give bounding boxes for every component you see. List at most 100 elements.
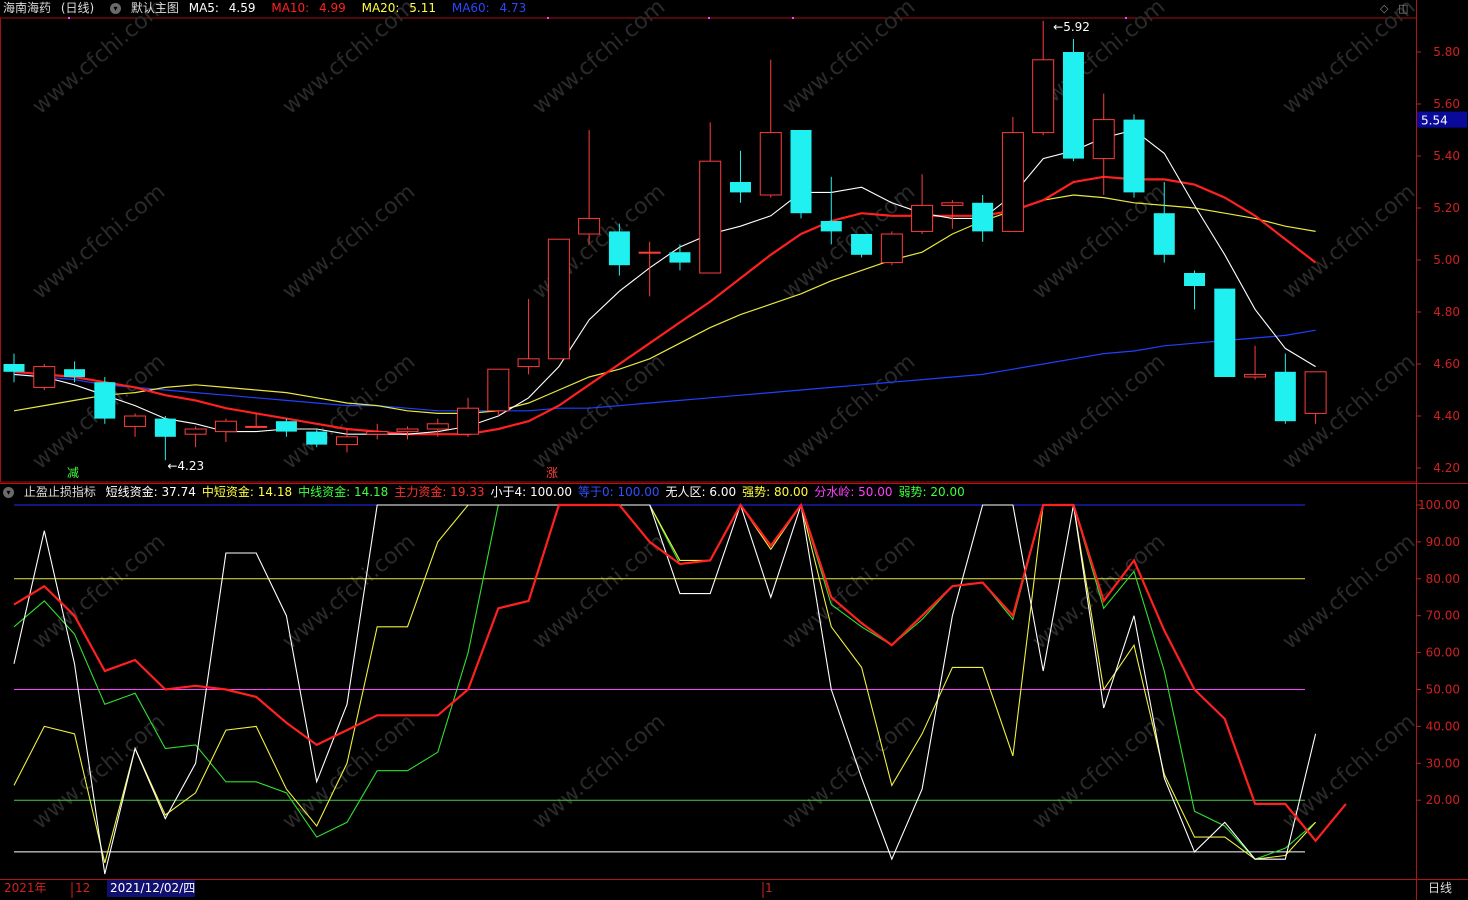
candle-body-up (517, 358, 540, 368)
candle-body-up (214, 420, 237, 433)
watermark-text: www.cfchi.com (1028, 709, 1170, 834)
candle-body-down (820, 221, 842, 232)
stock-name[interactable]: 海南海药 (日线) (3, 1, 100, 15)
indicator-axis: 100.00 90.00 80.00 70.00 60.00 50.00 40.00 30.0… (14, 498, 1460, 853)
watermark: www.cfchi.com www.cfchi.com www.cfchi.com w… (28, 0, 1420, 835)
watermark-text: www.cfchi.com (528, 529, 670, 654)
indicator-tick-label: 100.00 (1418, 498, 1460, 512)
signal-dot (68, 17, 70, 19)
candlesticks: ←5.92 ←4.23 减 涨 (3, 17, 1327, 480)
candle-body-down (306, 431, 328, 445)
dropdown-icon[interactable]: ▾ (3, 487, 14, 498)
candle-body-up (335, 436, 358, 446)
candle-body-down (275, 421, 297, 432)
candle-body-up (184, 428, 207, 435)
watermark-text: www.cfchi.com (278, 529, 420, 654)
indicator-tick-label: 80.00 (1426, 572, 1460, 586)
indicator-header: ▾ 止盈止损指标 短线资金: 37.74 中短资金: 14.18 中线资金: 14.… (3, 485, 977, 499)
watermark-text: www.cfchi.com (1278, 179, 1420, 304)
indicator-readout: 弱势: 20.00 (898, 485, 965, 499)
candle-body-up (547, 238, 570, 360)
candle-body-down (154, 418, 176, 437)
price-axis: 5.80 5.60 5.40 5.20 5.00 4.80 4.60 4.40 4.20 5.54 (1416, 45, 1467, 475)
watermark-text: www.cfchi.com (278, 179, 420, 304)
candle-body-up (1244, 373, 1267, 378)
candle-body-up (33, 366, 56, 388)
chart-canvas[interactable]: www.cfchi.com www.cfchi.com www.cfchi.com w… (0, 0, 1468, 900)
candle-body-up (396, 428, 419, 433)
main-header: 海南海药 (日线) ▾ 默认主图 MA5: 4.59 MA10: 4.99 MA… (3, 1, 538, 15)
dropdown-icon[interactable]: ▾ (110, 3, 122, 14)
signal-dot (547, 17, 549, 19)
candle-body-down (1153, 213, 1175, 255)
indicator-readout: 无人区: 6.00 (665, 485, 737, 499)
watermark-text: www.cfchi.com (1278, 709, 1420, 834)
window-toggle-icon[interactable]: ◫ (1398, 2, 1408, 15)
price-tick-label: 5.60 (1433, 97, 1460, 111)
candle-body-down (851, 234, 873, 255)
month-label: 12 (75, 881, 90, 895)
watermark-text: www.cfchi.com (528, 349, 670, 474)
price-tick-label: 5.80 (1433, 45, 1460, 59)
candle-body-up (941, 202, 964, 206)
candle-body-up (245, 425, 268, 428)
ma20-readout: MA20: 5.11 (361, 1, 437, 15)
candle-body-up (638, 251, 661, 254)
candle-body-down (729, 182, 751, 193)
candle-body-up (911, 204, 934, 232)
price-tick-label: 5.20 (1433, 201, 1460, 215)
indicator-name[interactable]: 止盈止损指标 (24, 485, 96, 499)
watermark-text: www.cfchi.com (528, 709, 670, 834)
candle-body-up (457, 407, 480, 435)
watermark-text: www.cfchi.com (278, 349, 420, 474)
indicator-readout: 中线资金: 14.18 (298, 485, 389, 499)
indicator-tick-label: 50.00 (1426, 683, 1460, 697)
price-tick-label: 4.60 (1433, 357, 1460, 371)
candle-body-down (1184, 273, 1206, 286)
watermark-text: www.cfchi.com (778, 349, 920, 474)
watermark-text: www.cfchi.com (28, 179, 170, 304)
price-tick-label: 5.00 (1433, 253, 1460, 267)
candle-body-down (1123, 119, 1145, 193)
ma10-readout: MA10: 4.99 (271, 1, 346, 15)
candle-body-down (1214, 288, 1236, 377)
candle-body-up (1092, 119, 1115, 160)
indicator-readout: 主力资金: 19.33 (394, 485, 485, 499)
year-label: 2021年 (4, 881, 47, 895)
candle-body-up (1032, 59, 1055, 134)
indicator-tick-label: 40.00 (1426, 719, 1460, 733)
candle-body-up (124, 415, 147, 427)
date-cursor-label: 2021/12/02/四 (110, 881, 195, 895)
candle-body-up (880, 233, 903, 264)
candle-body-down (972, 202, 994, 232)
candle-body-down (1274, 371, 1296, 422)
template-name[interactable]: 默认主图 (131, 1, 179, 15)
signal-dot (1125, 17, 1127, 19)
diamond-icon[interactable]: ◇ (1380, 2, 1388, 15)
reduce-signal-label: 减 (67, 466, 79, 480)
chart-frame (0, 0, 1468, 900)
price-tick-label: 4.80 (1433, 305, 1460, 319)
candle-body-down (790, 130, 812, 214)
period-button[interactable]: 日线 (1428, 881, 1452, 895)
bottom-bar: 2021年 12 2021/12/02/四 1 日线 (4, 880, 1452, 898)
candle-body-up (366, 431, 389, 435)
signal-dot (708, 17, 710, 19)
indicator-readout: 短线资金: 37.74 (105, 485, 196, 499)
price-tick-label: 4.20 (1433, 461, 1460, 475)
candle-body-down (3, 364, 25, 372)
indicator-tick-label: 70.00 (1426, 609, 1460, 623)
candle-body-up (487, 368, 510, 412)
candle-body-up (426, 423, 449, 430)
low-price-label: ←4.23 (167, 459, 204, 473)
indicator-tick-label: 90.00 (1426, 535, 1460, 549)
ma5-readout: MA5: 4.59 (188, 1, 256, 15)
candle-body-down (608, 231, 630, 266)
signal-dot (792, 17, 794, 19)
indicator-readout: 强势: 80.00 (742, 485, 809, 499)
month-tick-label: 1 (765, 881, 773, 895)
watermark-text: www.cfchi.com (778, 709, 920, 834)
ma60-readout: MA60: 4.73 (451, 1, 527, 15)
rise-signal-label: 涨 (546, 465, 558, 480)
price-tick-label: 5.40 (1433, 149, 1460, 163)
